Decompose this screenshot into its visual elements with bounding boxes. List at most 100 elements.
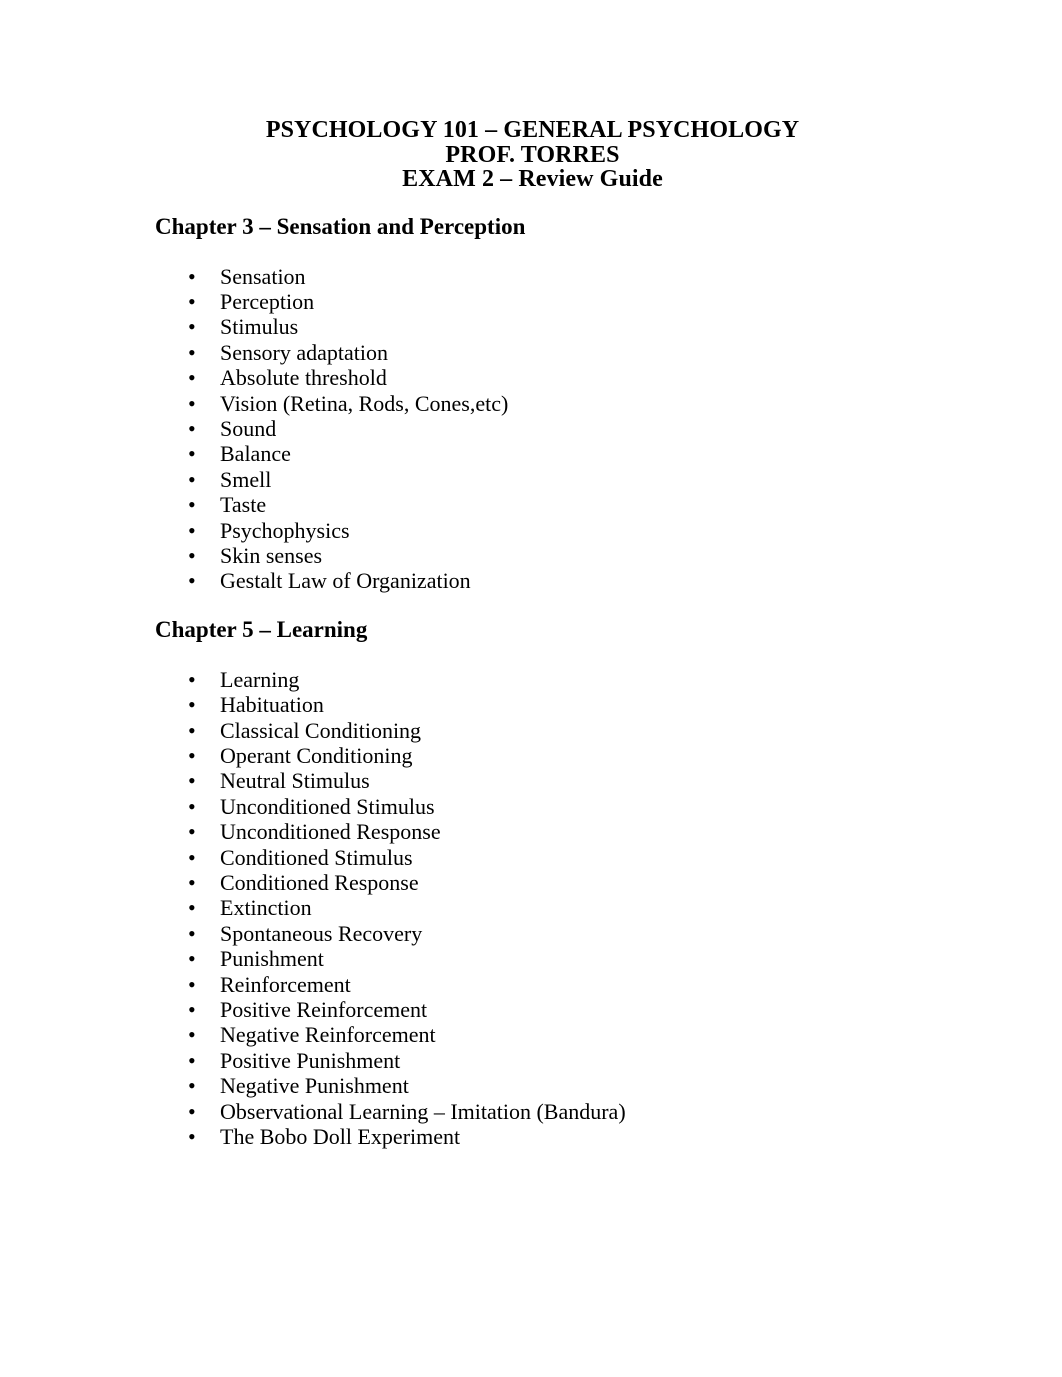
list-item-label: Gestalt Law of Organization bbox=[220, 568, 471, 594]
spacer-heading-to-list bbox=[155, 643, 910, 667]
list-item: • Positive Punishment bbox=[155, 1048, 910, 1073]
bullet-icon: • bbox=[188, 365, 196, 391]
list-item: • Gestalt Law of Organization bbox=[155, 568, 910, 593]
bullet-icon: • bbox=[188, 263, 196, 289]
bullet-icon: • bbox=[188, 666, 196, 692]
title-line-professor: PROF. TORRES bbox=[445, 141, 620, 168]
bullet-icon: • bbox=[188, 466, 196, 492]
list-item: • Sensory adaptation bbox=[155, 340, 910, 365]
list-item: • Conditioned Stimulus bbox=[155, 845, 910, 870]
list-item-label: Punishment bbox=[220, 946, 324, 972]
list-item: • Positive Reinforcement bbox=[155, 997, 910, 1022]
bullet-icon: • bbox=[188, 895, 196, 921]
list-item-label: Vision (Retina, Rods, Cones,etc) bbox=[220, 390, 509, 416]
bullet-icon: • bbox=[188, 920, 196, 946]
spacer-heading-to-list bbox=[155, 240, 910, 264]
list-item-label: Habituation bbox=[220, 692, 324, 718]
document-page: PSYCHOLOGY 101 – GENERAL PSYCHOLOGY PROF… bbox=[0, 0, 1062, 1377]
list-item-label: Unconditioned Stimulus bbox=[220, 793, 435, 819]
bullet-icon: • bbox=[188, 1073, 196, 1099]
bullet-icon: • bbox=[188, 1047, 196, 1073]
list-item-label: Stimulus bbox=[220, 314, 299, 340]
list-item: • The Bobo Doll Experiment bbox=[155, 1124, 910, 1149]
bullet-icon: • bbox=[188, 1022, 196, 1048]
bullet-icon: • bbox=[188, 870, 196, 896]
list-item: • Balance bbox=[155, 441, 910, 466]
bullet-icon: • bbox=[188, 288, 196, 314]
bullet-icon: • bbox=[188, 492, 196, 518]
list-item-label: Sensory adaptation bbox=[220, 339, 389, 365]
bullet-icon: • bbox=[188, 946, 196, 972]
bullet-icon: • bbox=[188, 971, 196, 997]
bullet-icon: • bbox=[188, 997, 196, 1023]
list-item-label: Observational Learning – Imitation (Band… bbox=[220, 1098, 626, 1124]
list-item-label: Extinction bbox=[220, 895, 312, 921]
spacer-list-to-next-heading bbox=[155, 594, 910, 617]
list-item: • Learning bbox=[155, 667, 910, 692]
list-item-label: Positive Punishment bbox=[220, 1047, 401, 1073]
list-item: • Unconditioned Stimulus bbox=[155, 794, 910, 819]
list-item-label: Unconditioned Response bbox=[220, 819, 441, 845]
list-item-label: Sensation bbox=[220, 263, 306, 289]
bullet-icon: • bbox=[188, 339, 196, 365]
bullet-icon: • bbox=[188, 415, 196, 441]
document-body: PSYCHOLOGY 101 – GENERAL PSYCHOLOGY PROF… bbox=[155, 118, 910, 1150]
bullet-icon: • bbox=[188, 1098, 196, 1124]
list-item-label: Sound bbox=[220, 415, 277, 441]
list-item-label: Reinforcement bbox=[220, 971, 351, 997]
bullet-icon: • bbox=[188, 743, 196, 768]
chapter-topic-list: • Sensation • Perception • Stimulus • Sensory a… bbox=[155, 264, 910, 594]
chapter-heading: Chapter 5 – Learning bbox=[155, 616, 368, 642]
chapter-topic-list: • Learning • Habituation • Classical Conditio… bbox=[155, 667, 910, 1150]
list-item-label: Operant Conditioning bbox=[220, 743, 413, 768]
list-item-label: Negative Reinforcement bbox=[220, 1022, 436, 1048]
list-item: • Extinction bbox=[155, 895, 910, 920]
list-item: • Psychophysics bbox=[155, 518, 910, 543]
list-item-label: Conditioned Stimulus bbox=[220, 844, 413, 870]
list-item: • Habituation bbox=[155, 692, 910, 717]
list-item: • Operant Conditioning bbox=[155, 743, 910, 768]
list-item-label: Positive Reinforcement bbox=[220, 997, 428, 1023]
list-item: • Sound bbox=[155, 416, 910, 441]
bullet-icon: • bbox=[188, 1124, 196, 1150]
list-item-label: Learning bbox=[220, 666, 300, 692]
bullet-icon: • bbox=[188, 568, 196, 594]
bullet-icon: • bbox=[188, 542, 196, 568]
list-item: • Sensation bbox=[155, 264, 910, 289]
list-item-label: Spontaneous Recovery bbox=[220, 920, 423, 946]
bullet-icon: • bbox=[188, 793, 196, 819]
list-item-label: Conditioned Response bbox=[220, 870, 419, 896]
list-item: • Punishment bbox=[155, 946, 910, 971]
list-item: • Perception bbox=[155, 289, 910, 314]
list-item: • Reinforcement bbox=[155, 972, 910, 997]
list-item: • Smell bbox=[155, 467, 910, 492]
list-item-label: Absolute threshold bbox=[220, 365, 387, 391]
list-item: • Negative Reinforcement bbox=[155, 1022, 910, 1047]
list-item-label: Perception bbox=[220, 288, 315, 314]
list-item-label: Psychophysics bbox=[220, 517, 350, 543]
sections-container: Chapter 3 – Sensation and Perception • Sen… bbox=[155, 214, 910, 1150]
spacer-title-to-section bbox=[155, 192, 910, 214]
list-item-label: Negative Punishment bbox=[220, 1073, 409, 1099]
list-item: • Skin senses bbox=[155, 543, 910, 568]
bullet-icon: • bbox=[188, 768, 196, 794]
bullet-icon: • bbox=[188, 844, 196, 870]
bullet-icon: • bbox=[188, 517, 196, 543]
list-item-label: Classical Conditioning bbox=[220, 717, 422, 743]
bullet-icon: • bbox=[188, 314, 196, 340]
chapter-section: Chapter 3 – Sensation and Perception • Sen… bbox=[155, 214, 910, 617]
bullet-icon: • bbox=[188, 819, 196, 845]
list-item: • Unconditioned Response bbox=[155, 819, 910, 844]
list-item: • Spontaneous Recovery bbox=[155, 921, 910, 946]
list-item-label: Balance bbox=[220, 441, 291, 467]
list-item: • Stimulus bbox=[155, 314, 910, 339]
title-line-exam: EXAM 2 – Review Guide bbox=[402, 166, 663, 192]
list-item: • Absolute threshold bbox=[155, 365, 910, 390]
list-item: • Observational Learning – Imitation (Ban… bbox=[155, 1099, 910, 1124]
list-item: • Conditioned Response bbox=[155, 870, 910, 895]
list-item: • Classical Conditioning bbox=[155, 718, 910, 743]
bullet-icon: • bbox=[188, 390, 196, 416]
list-item-label: Smell bbox=[220, 466, 272, 492]
list-item-label: The Bobo Doll Experiment bbox=[220, 1124, 461, 1150]
list-item: • Vision (Retina, Rods, Cones,etc) bbox=[155, 391, 910, 416]
